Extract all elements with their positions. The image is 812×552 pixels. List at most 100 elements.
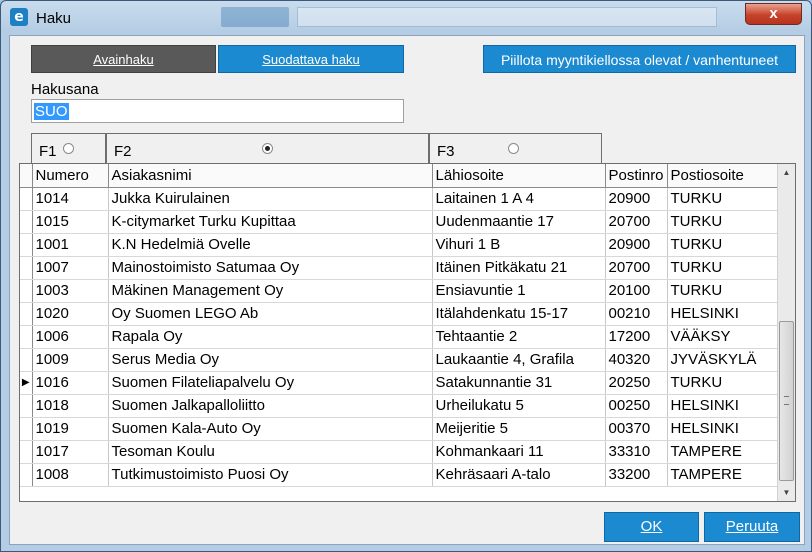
table-row[interactable]: ▶ 1016 Suomen Filateliapalvelu Oy Satakunna…	[20, 371, 778, 395]
table-row[interactable]: 1009 Serus Media Oy Laukaantie 4, Grafila 4…	[20, 348, 778, 372]
title-bar[interactable]: e Haku x	[1, 1, 811, 35]
column-header-customer-name[interactable]: Asiakasnimi	[108, 164, 433, 188]
street-address-cell[interactable]: Tehtaantie 2	[432, 325, 606, 349]
post-office-cell[interactable]: TURKU	[667, 233, 778, 257]
customer-name-cell[interactable]: Serus Media Oy	[108, 348, 433, 372]
table-row[interactable]: 1003 Mäkinen Management Oy Ensiavuntie 1 20…	[20, 279, 778, 303]
number-cell[interactable]: 1020	[32, 302, 109, 326]
table-row[interactable]: 1008 Tutkimustoimisto Puosi Oy Kehräsaari …	[20, 463, 778, 487]
postal-code-cell[interactable]: 20250	[605, 371, 668, 395]
post-office-cell[interactable]: TURKU	[667, 187, 778, 211]
customer-name-cell[interactable]: Jukka Kuirulainen	[108, 187, 433, 211]
street-address-cell[interactable]: Vihuri 1 B	[432, 233, 606, 257]
post-office-cell[interactable]: HELSINKI	[667, 394, 778, 418]
postal-code-cell[interactable]: 40320	[605, 348, 668, 372]
row-indicator[interactable]	[20, 417, 33, 441]
field-option-f2[interactable]: F2	[106, 133, 429, 163]
row-indicator[interactable]	[20, 440, 33, 464]
post-office-cell[interactable]: TURKU	[667, 256, 778, 280]
row-indicator[interactable]	[20, 348, 33, 372]
table-row[interactable]: 1015 K-citymarket Turku Kupittaa Uudenmaan…	[20, 210, 778, 234]
customer-name-cell[interactable]: Suomen Jalkapalloliitto	[108, 394, 433, 418]
number-cell[interactable]: 1017	[32, 440, 109, 464]
vertical-scrollbar[interactable]: ▲ ▼	[777, 164, 795, 501]
table-row[interactable]: 1014 Jukka Kuirulainen Laitainen 1 A 4 2090…	[20, 187, 778, 211]
postal-code-cell[interactable]: 33310	[605, 440, 668, 464]
post-office-cell[interactable]: HELSINKI	[667, 417, 778, 441]
ok-button[interactable]: OK	[604, 512, 699, 542]
close-button[interactable]: x	[745, 3, 802, 25]
current-row-indicator-icon[interactable]: ▶	[20, 371, 33, 395]
postal-code-cell[interactable]: 20100	[605, 279, 668, 303]
table-row[interactable]: 1019 Suomen Kala-Auto Oy Meijeritie 5 00370…	[20, 417, 778, 441]
table-row[interactable]: 1006 Rapala Oy Tehtaantie 2 17200 VÄÄKSY	[20, 325, 778, 349]
number-cell[interactable]: 1003	[32, 279, 109, 303]
hide-blocked-expired-button[interactable]: Piillota myyntikiellossa olevat / vanhen…	[483, 45, 796, 73]
customer-name-cell[interactable]: K.N Hedelmiä Ovelle	[108, 233, 433, 257]
street-address-cell[interactable]: Itälahdenkatu 15-17	[432, 302, 606, 326]
street-address-cell[interactable]: Meijeritie 5	[432, 417, 606, 441]
customer-name-cell[interactable]: Suomen Filateliapalvelu Oy	[108, 371, 433, 395]
street-address-cell[interactable]: Kohmankaari 11	[432, 440, 606, 464]
post-office-cell[interactable]: TURKU	[667, 371, 778, 395]
table-row[interactable]: 1018 Suomen Jalkapalloliitto Urheilukatu 5…	[20, 394, 778, 418]
row-indicator[interactable]	[20, 187, 33, 211]
post-office-cell[interactable]: JYVÄSKYLÄ	[667, 348, 778, 372]
cancel-button[interactable]: Peruuta	[704, 512, 800, 542]
number-cell[interactable]: 1007	[32, 256, 109, 280]
row-indicator[interactable]	[20, 302, 33, 326]
row-indicator[interactable]	[20, 463, 33, 487]
column-header-postal-code[interactable]: Postinro	[605, 164, 668, 188]
postal-code-cell[interactable]: 00250	[605, 394, 668, 418]
street-address-cell[interactable]: Uudenmaantie 17	[432, 210, 606, 234]
field-option-f3[interactable]: F3	[429, 133, 602, 163]
customer-name-cell[interactable]: Rapala Oy	[108, 325, 433, 349]
postal-code-cell[interactable]: 20900	[605, 187, 668, 211]
post-office-cell[interactable]: TURKU	[667, 210, 778, 234]
street-address-cell[interactable]: Urheilukatu 5	[432, 394, 606, 418]
post-office-cell[interactable]: VÄÄKSY	[667, 325, 778, 349]
key-search-button[interactable]: Avainhaku	[31, 45, 216, 73]
customer-name-cell[interactable]: Suomen Kala-Auto Oy	[108, 417, 433, 441]
scrollbar-thumb[interactable]	[779, 321, 794, 481]
row-indicator[interactable]	[20, 210, 33, 234]
street-address-cell[interactable]: Laitainen 1 A 4	[432, 187, 606, 211]
number-cell[interactable]: 1014	[32, 187, 109, 211]
table-row[interactable]: 1007 Mainostoimisto Satumaa Oy Itäinen Pit…	[20, 256, 778, 280]
row-indicator[interactable]	[20, 233, 33, 257]
customer-name-cell[interactable]: K-citymarket Turku Kupittaa	[108, 210, 433, 234]
customer-name-cell[interactable]: Mäkinen Management Oy	[108, 279, 433, 303]
column-header-number[interactable]: Numero	[32, 164, 109, 188]
street-address-cell[interactable]: Ensiavuntie 1	[432, 279, 606, 303]
number-cell[interactable]: 1006	[32, 325, 109, 349]
customer-name-cell[interactable]: Oy Suomen LEGO Ab	[108, 302, 433, 326]
column-header-street-address[interactable]: Lähiosoite	[432, 164, 606, 188]
table-row[interactable]: 1001 K.N Hedelmiä Ovelle Vihuri 1 B 20900 TU…	[20, 233, 778, 257]
street-address-cell[interactable]: Itäinen Pitkäkatu 21	[432, 256, 606, 280]
f1-radio-button[interactable]	[63, 143, 74, 154]
postal-code-cell[interactable]: 20700	[605, 210, 668, 234]
customer-name-cell[interactable]: Mainostoimisto Satumaa Oy	[108, 256, 433, 280]
filter-search-button[interactable]: Suodattava haku	[218, 45, 404, 73]
customer-name-cell[interactable]: Tutkimustoimisto Puosi Oy	[108, 463, 433, 487]
row-indicator[interactable]	[20, 325, 33, 349]
table-row[interactable]: 1017 Tesoman Koulu Kohmankaari 11 33310 TAMP…	[20, 440, 778, 464]
street-address-cell[interactable]: Kehräsaari A-talo	[432, 463, 606, 487]
street-address-cell[interactable]: Laukaantie 4, Grafila	[432, 348, 606, 372]
f3-radio-button[interactable]	[508, 143, 519, 154]
post-office-cell[interactable]: TAMPERE	[667, 440, 778, 464]
table-row[interactable]: 1020 Oy Suomen LEGO Ab Itälahdenkatu 15-17…	[20, 302, 778, 326]
post-office-cell[interactable]: TURKU	[667, 279, 778, 303]
number-cell[interactable]: 1019	[32, 417, 109, 441]
scroll-up-arrow-icon[interactable]: ▲	[778, 164, 795, 181]
number-cell[interactable]: 1018	[32, 394, 109, 418]
row-indicator[interactable]	[20, 279, 33, 303]
column-header-post-office[interactable]: Postiosoite	[667, 164, 778, 188]
postal-code-cell[interactable]: 33200	[605, 463, 668, 487]
postal-code-cell[interactable]: 20700	[605, 256, 668, 280]
number-cell[interactable]: 1008	[32, 463, 109, 487]
postal-code-cell[interactable]: 00210	[605, 302, 668, 326]
post-office-cell[interactable]: TAMPERE	[667, 463, 778, 487]
row-indicator[interactable]	[20, 394, 33, 418]
number-cell[interactable]: 1016	[32, 371, 109, 395]
